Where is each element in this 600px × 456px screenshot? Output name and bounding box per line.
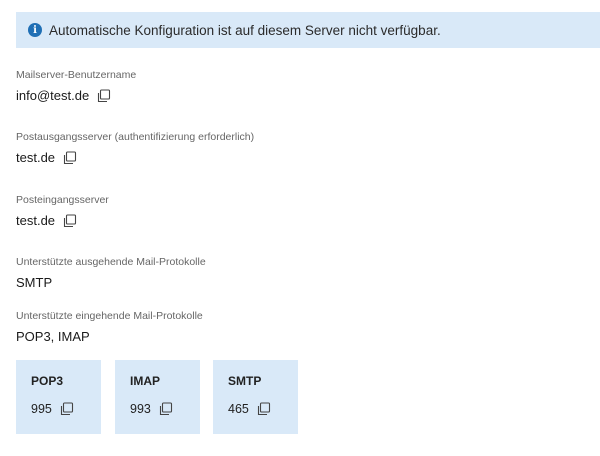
info-banner-text: Automatische Konfiguration ist auf diese… [49, 22, 441, 38]
port-value-row: 465 [228, 402, 298, 416]
incoming-server-field: Posteingangsserver test.de [16, 194, 109, 228]
copy-icon[interactable] [159, 402, 173, 416]
port-value-row: 995 [31, 402, 101, 416]
port-protocol: SMTP [228, 374, 262, 388]
incoming-protocols-value: POP3, IMAP [16, 329, 90, 344]
username-value-row: info@test.de [16, 88, 136, 103]
incoming-protocols-field: Unterstützte eingehende Mail-Protokolle … [16, 310, 203, 344]
info-banner: i Automatische Konfiguration ist auf die… [16, 12, 600, 48]
port-card-pop3: POP3 995 [16, 360, 101, 434]
incoming-protocols-label: Unterstützte eingehende Mail-Protokolle [16, 310, 203, 322]
port-protocol: POP3 [31, 374, 64, 388]
outgoing-server-value: test.de [16, 150, 56, 165]
info-icon: i [28, 23, 42, 37]
port-number: 465 [228, 402, 249, 416]
port-card-smtp: SMTP 465 [213, 360, 298, 434]
port-card-imap: IMAP 993 [115, 360, 200, 434]
port-number: 995 [31, 402, 52, 416]
username-field: Mailserver-Benutzername info@test.de [16, 69, 136, 103]
copy-icon[interactable] [63, 150, 77, 165]
incoming-server-value-row: test.de [16, 213, 109, 228]
outgoing-protocols-label: Unterstützte ausgehende Mail-Protokolle [16, 256, 206, 268]
outgoing-server-label: Postausgangsserver (authentifizierung er… [16, 131, 255, 143]
outgoing-server-field: Postausgangsserver (authentifizierung er… [16, 131, 254, 165]
port-number: 993 [130, 402, 151, 416]
copy-icon[interactable] [63, 213, 77, 228]
copy-icon[interactable] [257, 402, 271, 416]
port-protocol: IMAP [130, 374, 160, 388]
outgoing-protocols-value: SMTP [16, 275, 53, 290]
username-label: Mailserver-Benutzername [16, 69, 137, 81]
outgoing-server-value-row: test.de [16, 150, 254, 165]
copy-icon[interactable] [60, 402, 74, 416]
incoming-server-label: Posteingangsserver [16, 194, 109, 206]
username-value: info@test.de [16, 88, 90, 103]
port-value-row: 993 [130, 402, 200, 416]
outgoing-protocols-field: Unterstützte ausgehende Mail-Protokolle … [16, 256, 206, 290]
incoming-server-value: test.de [16, 213, 56, 228]
copy-icon[interactable] [97, 88, 111, 103]
